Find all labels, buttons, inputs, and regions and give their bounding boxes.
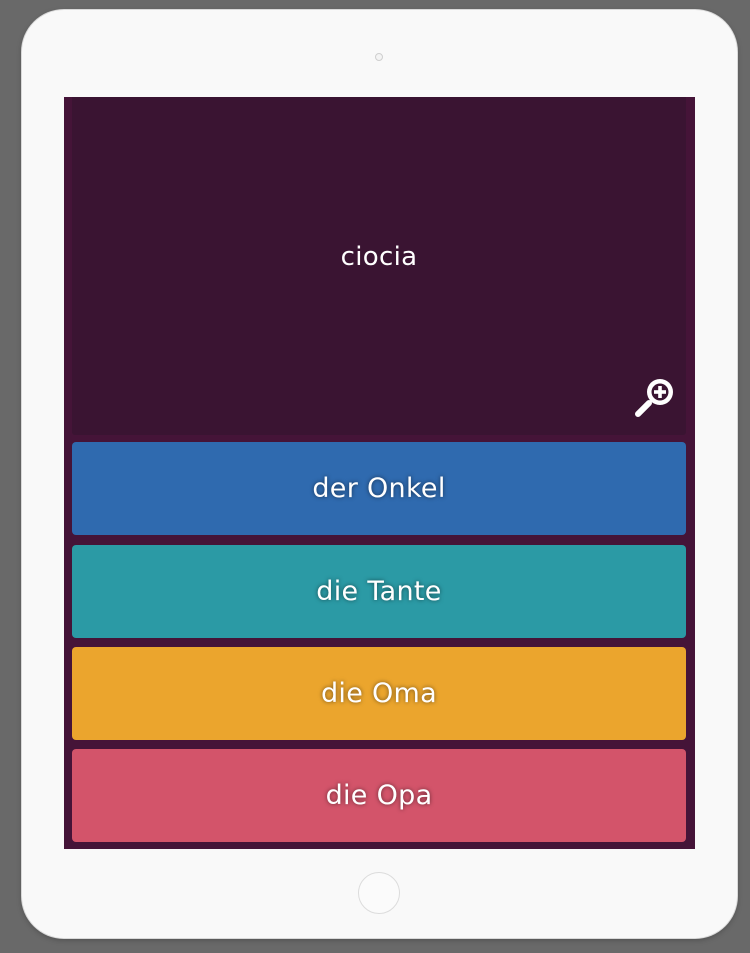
answer-button-2[interactable]: die Tante — [72, 545, 686, 638]
answer-button-3[interactable]: die Oma — [72, 647, 686, 740]
quiz-screen: ciocia der Onkel die Tante die Oma die O… — [64, 97, 695, 849]
tablet-frame: ciocia der Onkel die Tante die Oma die O… — [22, 10, 737, 938]
zoom-in-icon[interactable] — [633, 373, 679, 419]
camera-icon — [375, 53, 383, 61]
answer-button-1[interactable]: der Onkel — [72, 442, 686, 535]
home-button[interactable] — [358, 872, 400, 914]
answer-button-4[interactable]: die Opa — [72, 749, 686, 842]
prompt-card: ciocia — [72, 97, 686, 435]
prompt-word: ciocia — [340, 242, 418, 272]
